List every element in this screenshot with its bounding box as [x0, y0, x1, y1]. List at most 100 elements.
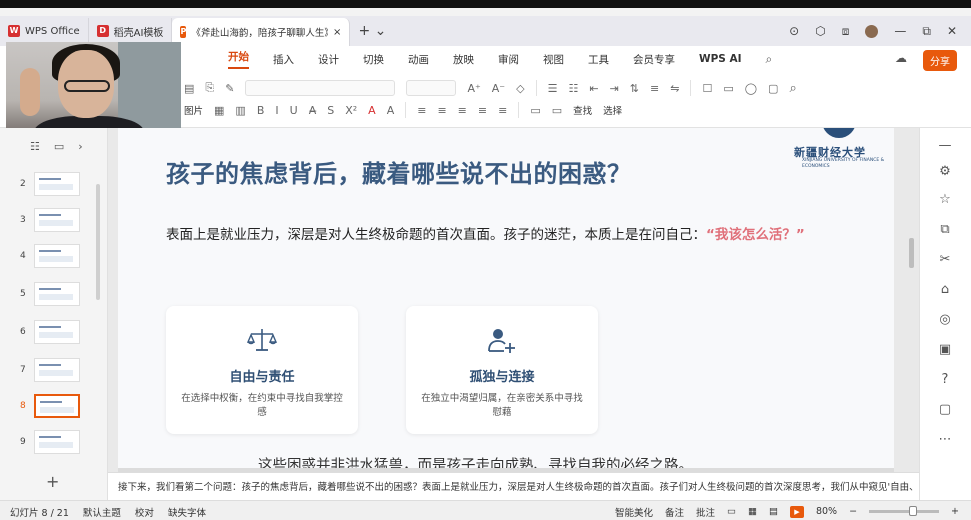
tab-wps-office[interactable]: W WPS Office [0, 18, 89, 44]
normal-view-icon[interactable]: ▭ [727, 506, 736, 517]
bullets-icon[interactable]: ☰ [548, 82, 558, 95]
align-text-icon[interactable]: ⇋ [670, 82, 679, 95]
slide[interactable]: 新疆财经大学 XINJIANG UNIVERSITY OF FINANCE & … [118, 128, 894, 472]
close-icon[interactable]: × [333, 27, 341, 38]
menu-design[interactable]: 设计 [318, 52, 339, 67]
font-shrink-icon[interactable]: A⁻ [492, 82, 505, 95]
menu-animation[interactable]: 动画 [408, 52, 429, 67]
zoom-level[interactable]: 80% [816, 506, 837, 517]
image-icon[interactable]: ▣ [936, 342, 954, 357]
slide-thumb[interactable]: 2 [20, 170, 108, 198]
avatar[interactable] [865, 24, 879, 38]
cube-icon[interactable]: ⬡ [815, 24, 825, 38]
slide-thumb[interactable]: 3 [20, 206, 108, 234]
beautify-button[interactable]: 智能美化 [615, 505, 653, 519]
zoom-out-icon[interactable]: − [849, 506, 857, 517]
menu-review[interactable]: 审阅 [498, 52, 519, 67]
outline-view-icon[interactable]: ☷ [30, 140, 40, 153]
card-freedom-responsibility[interactable]: 自由与责任 在选择中权衡，在约束中寻找自我掌控感 [166, 306, 358, 434]
outline-icon[interactable]: ▭ [552, 104, 562, 117]
align-center-icon[interactable]: ≡ [437, 104, 446, 117]
star-icon[interactable]: ☆ [936, 192, 954, 207]
minimize-icon[interactable]: — [894, 24, 906, 38]
new-tab-button[interactable]: + ⌄ [350, 23, 394, 39]
zoom-in-icon[interactable]: + [951, 506, 959, 517]
indent-icon[interactable]: ⇥ [610, 82, 619, 95]
comment-icon[interactable]: ▢ [936, 402, 954, 417]
find-icon[interactable]: ⌕ [789, 81, 796, 96]
justify-icon[interactable]: ≡ [478, 104, 487, 117]
outdent-icon[interactable]: ⇤ [589, 82, 598, 95]
record-icon[interactable]: ⊙ [789, 24, 799, 38]
proofread-button[interactable]: 校对 [135, 505, 154, 519]
theme-label[interactable]: 默认主题 [83, 505, 121, 519]
card-loneliness-connection[interactable]: 孤独与连接 在独立中渴望归属，在亲密关系中寻找慰藉 [406, 306, 598, 434]
menu-view[interactable]: 视图 [543, 52, 564, 67]
animation-icon[interactable]: ◎ [936, 312, 954, 327]
font-family-select[interactable] [245, 80, 396, 96]
more-icon[interactable]: ⋯ [936, 432, 954, 447]
add-slide-button[interactable]: + [46, 472, 59, 491]
font-color-icon[interactable]: A [368, 104, 376, 117]
distribute-icon[interactable]: ≡ [498, 104, 507, 117]
missing-font-button[interactable]: 缺失字体 [168, 505, 206, 519]
underline-icon[interactable]: U [290, 104, 298, 117]
textbox-icon[interactable]: ☐ [702, 82, 712, 95]
menu-home[interactable]: 开始 [228, 49, 249, 69]
shape-icon[interactable]: ▭ [723, 82, 733, 95]
paste-icon[interactable]: ⎘ [205, 81, 214, 95]
canvas-scrollbar[interactable] [909, 238, 914, 268]
tab-docer-ai[interactable]: D 稻壳AI模板 [89, 18, 173, 44]
align-right-icon[interactable]: ≡ [458, 104, 467, 117]
slide-paragraph[interactable]: 表面上是就业压力，深层是对人生终极命题的首次直面。孩子的迷茫，本质上是在问自己：… [166, 224, 836, 246]
highlight-icon[interactable]: A [387, 104, 395, 117]
thumbnail-view-icon[interactable]: ▭ [54, 140, 64, 153]
find-button[interactable]: 查找 [573, 103, 592, 117]
line-spacing-icon[interactable]: ⇅ [630, 82, 639, 95]
bold-icon[interactable]: B [257, 104, 265, 117]
section-icon[interactable]: ▥ [235, 104, 245, 117]
copy-icon[interactable]: ⧉ [936, 222, 954, 237]
zoom-slider[interactable] [869, 506, 940, 516]
reading-view-icon[interactable]: ▤ [769, 506, 778, 517]
play-icon[interactable]: ▶ [789, 505, 804, 518]
slide-thumb-active[interactable]: 8 [20, 392, 108, 420]
text-direction-icon[interactable]: ≡ [650, 82, 659, 95]
zoom-knob[interactable] [909, 506, 918, 516]
fill-icon[interactable]: ▭ [530, 104, 540, 117]
settings-sliders-icon[interactable]: ⚙ [936, 164, 954, 179]
speaker-notes[interactable]: 接下来，我们看第二个问题：孩子的焦虑背后，藏着哪些说不出的困惑？表面上是就业压力… [108, 472, 919, 500]
sorter-view-icon[interactable]: ▦ [748, 506, 757, 517]
font-grow-icon[interactable]: A⁺ [467, 82, 480, 95]
menu-member[interactable]: 会员专享 [633, 52, 675, 67]
share-button[interactable]: 分享 [923, 50, 957, 71]
select-button[interactable]: 选择 [603, 103, 622, 117]
menu-transition[interactable]: 切换 [363, 52, 384, 67]
font-size-select[interactable] [406, 80, 457, 96]
search-icon[interactable]: ⌕ [766, 52, 773, 67]
superscript-icon[interactable]: X² [345, 104, 357, 117]
close-window-icon[interactable]: ✕ [947, 24, 957, 38]
numbering-icon[interactable]: ☷ [568, 82, 578, 95]
ellipse-icon[interactable]: ◯ [745, 82, 757, 95]
italic-icon[interactable]: I [275, 104, 278, 117]
comment-button[interactable]: 批注 [696, 505, 715, 519]
slide-thumb[interactable]: 9 [20, 428, 108, 456]
menu-wps-ai[interactable]: WPS AI [699, 53, 742, 65]
help-icon[interactable]: ? [936, 372, 954, 387]
slide-thumb[interactable]: 4 [20, 242, 108, 270]
menu-insert[interactable]: 插入 [273, 52, 294, 67]
slide-thumb[interactable]: 5 [20, 280, 108, 308]
slide-thumb[interactable]: 7 [20, 356, 108, 384]
tab-presentation[interactable]: P 《斧赴山海韵，陪孩子聊聊人生》 × [172, 18, 351, 46]
menu-slideshow[interactable]: 放映 [453, 52, 474, 67]
grid-icon[interactable]: ⧈ [842, 24, 850, 39]
menu-tools[interactable]: 工具 [588, 52, 609, 67]
arrange-icon[interactable]: ▢ [768, 82, 778, 95]
chevron-right-icon[interactable]: › [78, 140, 82, 153]
restore-icon[interactable]: ⧉ [922, 24, 931, 39]
new-slide-icon[interactable]: ▤ [184, 82, 194, 95]
format-painter-icon[interactable]: ✎ [225, 82, 234, 95]
package-icon[interactable]: ⌂ [936, 282, 954, 297]
notes-toggle[interactable]: 备注 [665, 505, 684, 519]
